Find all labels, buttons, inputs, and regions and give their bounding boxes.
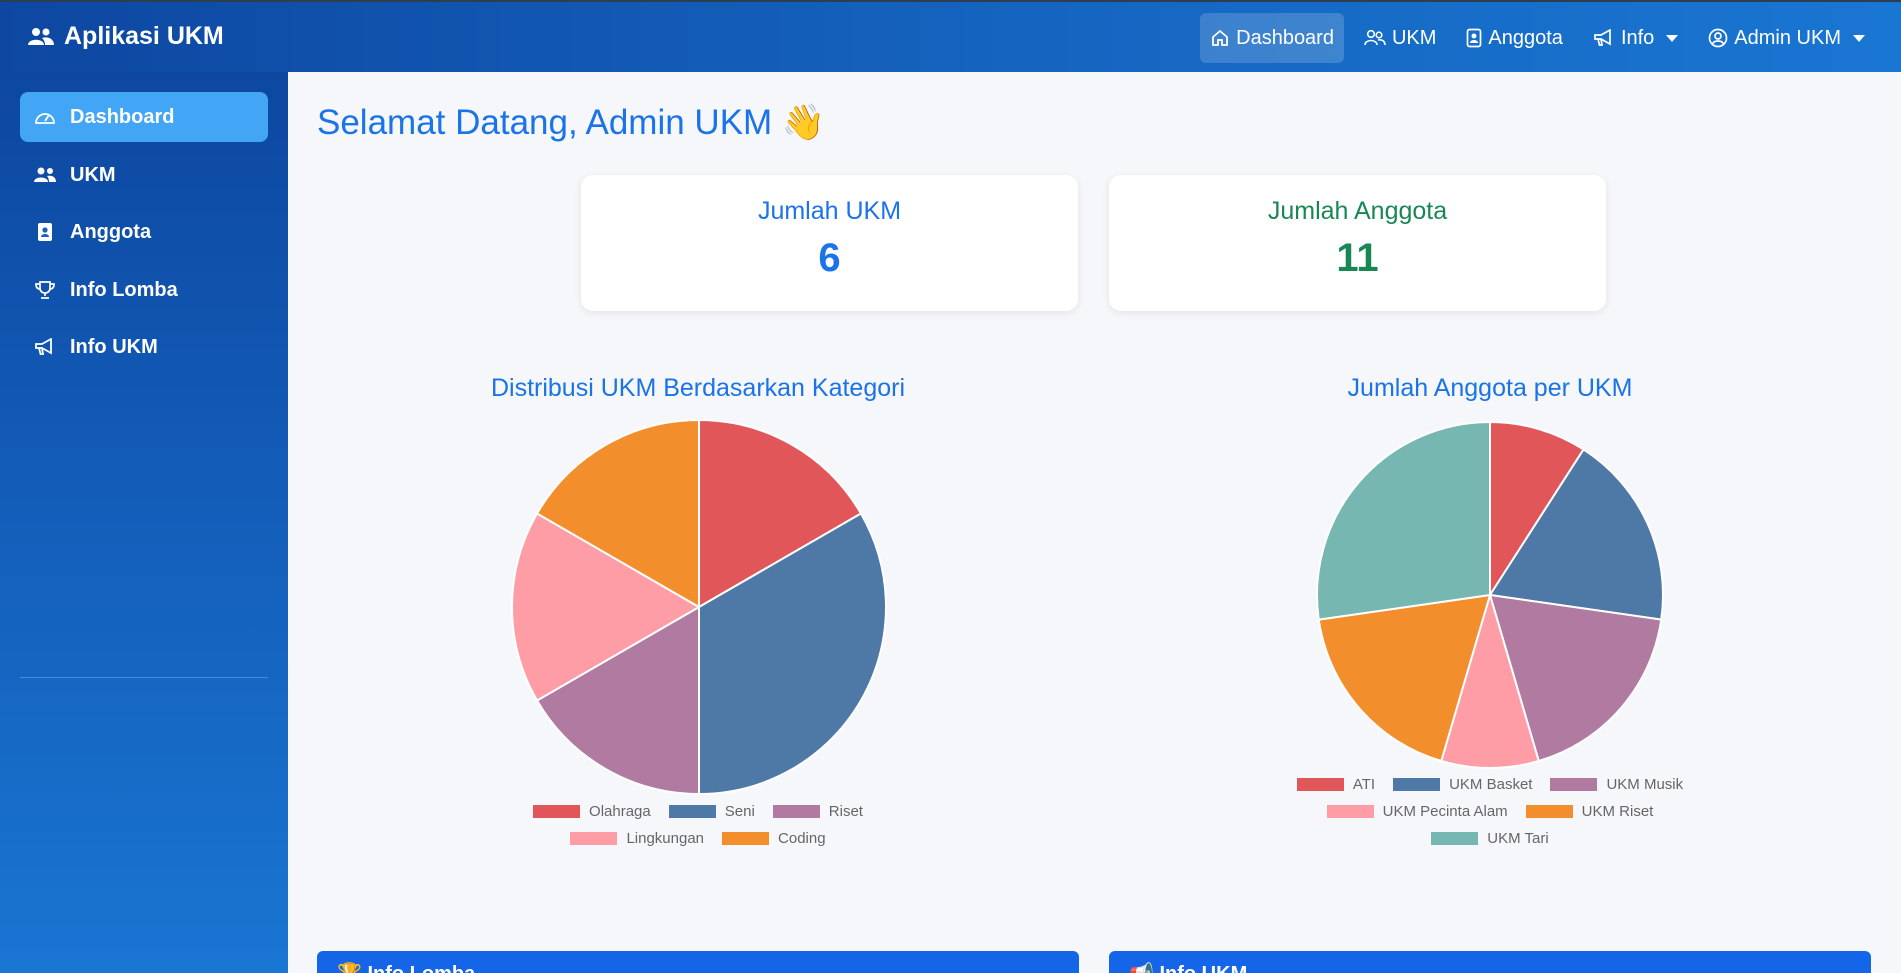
legend-item[interactable]: Coding [722, 830, 826, 847]
legend-label: UKM Musik [1606, 776, 1684, 793]
users-icon [34, 167, 56, 182]
legend-swatch [722, 832, 770, 845]
megaphone-icon: 📢 [1129, 963, 1154, 973]
sidebar-item-anggota[interactable]: Anggota [20, 207, 268, 257]
legend-label: UKM Tari [1487, 830, 1549, 847]
legend-label: Seni [724, 803, 755, 820]
chart-legend: ATI UKM Basket UKM Musik UKM Pecinta Alam UK… [1270, 776, 1710, 847]
legend-swatch [668, 805, 716, 818]
trophy-icon [35, 281, 55, 299]
sidebar-item-dashboard[interactable]: Dashboard [20, 92, 268, 142]
legend-label: Riset [828, 803, 863, 820]
chevron-down-icon [1853, 34, 1865, 42]
chevron-down-icon [1666, 34, 1679, 42]
sidebar: Dashboard UKM Anggota Info Lomba Info UK… [0, 72, 288, 973]
legend-label: Coding [778, 830, 826, 847]
id-badge-icon [38, 223, 52, 241]
topnav-ukm[interactable]: UKM [1354, 13, 1446, 63]
app-brand[interactable]: Aplikasi UKM [28, 22, 224, 51]
legend-swatch [1431, 832, 1479, 845]
topnav-info-label: Info [1620, 26, 1655, 49]
pie-slice-ukm-tari[interactable] [1316, 420, 1491, 621]
app-title: Aplikasi UKM [64, 22, 224, 50]
stat-value: 11 [1336, 236, 1379, 280]
legend-label: Olahraga [589, 803, 651, 820]
legend-swatch [1296, 778, 1344, 791]
sidebar-item-info-ukm[interactable]: Info UKM [20, 322, 268, 372]
legend-label: ATI [1352, 776, 1376, 793]
legend-label: UKM Pecinta Alam [1382, 803, 1508, 820]
legend-item[interactable]: Lingkungan [570, 830, 704, 847]
stat-title: Jumlah UKM [757, 197, 902, 225]
topnav-dashboard-label: Dashboard [1236, 26, 1334, 49]
info-lomba-header: 🏆 Info Lomba [317, 951, 1079, 973]
people-icon [1364, 29, 1386, 46]
sidebar-item-label: Anggota [70, 220, 152, 243]
info-lomba-label: Info Lomba [367, 963, 475, 973]
legend-swatch [1525, 805, 1573, 818]
chart-legend: Olahraga Seni Riset Lingkungan Coding [498, 803, 898, 847]
id-badge-icon [1467, 28, 1482, 48]
megaphone-icon [35, 338, 52, 355]
stat-value: 6 [818, 236, 841, 280]
legend-item[interactable]: UKM Pecinta Alam [1326, 803, 1508, 820]
info-ukm-header: 📢 Info UKM [1109, 951, 1871, 973]
users-icon [28, 27, 54, 45]
user-circle-icon [1708, 28, 1728, 48]
legend-label: UKM Basket [1449, 776, 1533, 793]
info-ukm-label: Info UKM [1159, 963, 1247, 973]
topnav-dashboard[interactable]: Dashboard [1200, 13, 1344, 63]
sidebar-item-ukm[interactable]: UKM [20, 150, 268, 200]
trophy-icon: 🏆 [337, 963, 362, 973]
topnav-user-dropdown[interactable]: Admin UKM [1698, 13, 1875, 63]
legend-item[interactable]: Seni [668, 803, 755, 820]
pie-chart-anggota [1316, 420, 1664, 769]
legend-item[interactable]: UKM Musik [1550, 776, 1683, 793]
stat-title: Jumlah Anggota [1267, 197, 1448, 225]
sidebar-item-label: Dashboard [70, 105, 175, 128]
legend-swatch [1550, 778, 1598, 791]
topnav-anggota-label: Anggota [1488, 26, 1563, 49]
sidebar-item-label: UKM [70, 163, 116, 186]
sidebar-item-info-lomba[interactable]: Info Lomba [20, 265, 268, 315]
legend-label: Lingkungan [626, 830, 705, 847]
stat-card-anggota: Jumlah Anggota 11 [1109, 175, 1606, 311]
legend-item[interactable]: UKM Riset [1525, 803, 1654, 820]
topnav-ukm-label: UKM [1391, 26, 1437, 49]
legend-item[interactable]: Olahraga [533, 803, 651, 820]
pie-chart-kategori [511, 418, 887, 796]
gauge-icon [35, 113, 55, 124]
legend-item[interactable]: UKM Basket [1393, 776, 1532, 793]
legend-swatch [1326, 805, 1374, 818]
legend-item[interactable]: Riset [772, 803, 863, 820]
top-navbar: Aplikasi UKM Dashboard UKM Anggota Info … [0, 0, 1901, 72]
page-title: Selamat Datang, Admin UKM 👋 [317, 103, 826, 142]
top-nav: Dashboard UKM Anggota Info Admin UKM [1190, 13, 1875, 63]
stat-card-ukm: Jumlah UKM 6 [581, 175, 1078, 311]
topnav-anggota[interactable]: Anggota [1456, 13, 1573, 63]
topnav-user-label: Admin UKM [1734, 26, 1841, 49]
legend-swatch [570, 832, 618, 845]
topnav-info-dropdown[interactable]: Info [1583, 13, 1688, 63]
legend-item[interactable]: ATI [1296, 776, 1376, 793]
legend-swatch [772, 805, 820, 818]
chart-title: Distribusi UKM Berdasarkan Kategori [490, 374, 906, 402]
legend-swatch [533, 805, 581, 818]
sidebar-item-label: Info UKM [70, 335, 158, 358]
sidebar-divider [20, 677, 268, 678]
sidebar-item-label: Info Lomba [70, 278, 178, 301]
megaphone-icon [1594, 29, 1611, 46]
legend-item[interactable]: UKM Tari [1431, 830, 1549, 847]
home-icon [1212, 29, 1229, 46]
legend-label: UKM Riset [1581, 803, 1654, 820]
legend-swatch [1393, 778, 1441, 791]
chart-title: Jumlah Anggota per UKM [1347, 374, 1633, 402]
